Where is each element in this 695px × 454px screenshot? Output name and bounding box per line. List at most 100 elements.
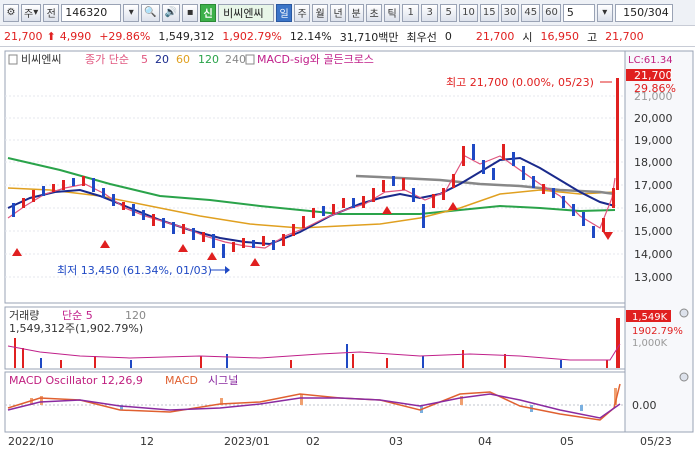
candle [602, 218, 605, 232]
chart-svg[interactable]: 비씨엔씨 종가 단순 5 20 60 120 240 MACD-sig와 골든크… [0, 48, 695, 454]
candle [152, 214, 155, 226]
candle [462, 146, 465, 166]
macd-axis-zero: 0.00 [632, 399, 657, 412]
open-price: 16,950 [540, 30, 580, 43]
ask-price: 21,700 [475, 30, 515, 43]
tab-year[interactable]: 년 [330, 3, 347, 22]
candle [142, 210, 145, 220]
interval-60[interactable]: 60 [542, 3, 561, 22]
candle [592, 226, 595, 238]
current-price-pct: 29.86% [634, 82, 676, 95]
volume-bar [606, 360, 608, 368]
price-axis-tick: 16,000 [634, 202, 673, 215]
volume-bar [14, 338, 16, 368]
priority-value: 0 [444, 30, 452, 43]
current-price-tag-label: 21,700 [634, 69, 673, 82]
x-axis-tick: 05 [560, 435, 574, 448]
up-arrow-icon: ⬆ [46, 30, 56, 43]
interval-15[interactable]: 15 [479, 3, 499, 22]
legend-ma60: 60 [176, 53, 190, 66]
scroll-up-icon[interactable] [679, 308, 689, 318]
candle [262, 236, 265, 246]
interval-select[interactable]: 5 [562, 3, 595, 22]
tab-day[interactable]: 일 [276, 3, 293, 22]
search-icon[interactable]: 🔍 [141, 3, 160, 22]
tab-minute[interactable]: 분 [348, 3, 365, 22]
candle [32, 190, 35, 202]
code-dropdown-icon[interactable]: ▾ [123, 3, 140, 22]
volume-bar [290, 360, 292, 368]
scroll-up-icon[interactable] [679, 372, 689, 382]
interval-5[interactable]: 5 [440, 3, 458, 22]
candle [402, 178, 405, 190]
volume-pct-label: 1902.79% [632, 326, 683, 337]
price-axis-top-label: LC:61.34 [628, 55, 673, 66]
candle [272, 240, 275, 250]
current-price: 21,700 [4, 30, 43, 43]
interval-45[interactable]: 45 [521, 3, 541, 22]
candle [122, 202, 125, 210]
legend-stock: 비씨엔씨 [21, 53, 61, 66]
tab-week[interactable]: 주 [294, 3, 311, 22]
high-label: 고 [587, 30, 598, 44]
high-annotation: 최고 21,700 (0.00%, 05/23) [446, 76, 594, 89]
legend-ma120: 120 [198, 53, 219, 66]
candle [192, 228, 195, 240]
candle [422, 204, 425, 228]
candle-latest [616, 78, 619, 190]
price-axis-tick: 20,000 [634, 112, 673, 125]
candle [362, 196, 365, 208]
quote-bar: 21,700 ⬆ 4,990 +29.86% 1,549,312 1,902.7… [0, 27, 695, 47]
volume-axis-tick: 1,000K [632, 338, 668, 349]
candle [472, 144, 475, 160]
interval-30[interactable]: 30 [500, 3, 520, 22]
candle [452, 174, 455, 188]
price-axis-tick: 13,000 [634, 271, 673, 284]
tab-month[interactable]: 월 [312, 3, 329, 22]
candle [412, 188, 415, 202]
volume-panel[interactable] [4, 306, 626, 370]
candle [532, 176, 535, 188]
candle [242, 238, 245, 248]
candle [92, 178, 95, 192]
candle [222, 244, 225, 258]
candle [332, 204, 335, 214]
interval-3[interactable]: 3 [421, 3, 439, 22]
toolbar: ⚙ 주 ▾ 전 146320 ▾ 🔍 🔊 ▪ 신 비씨엔씨 일 주 월 년 분 초… [0, 0, 695, 26]
volume-bar [386, 358, 388, 368]
interval-dropdown-icon[interactable]: ▾ [596, 3, 613, 22]
trade-amount: 31,710백만 [339, 30, 399, 44]
interval-1[interactable]: 1 [402, 3, 420, 22]
interval-10[interactable]: 10 [459, 3, 478, 22]
legend-box-icon [8, 54, 18, 65]
tab-second[interactable]: 초 [366, 3, 383, 22]
prev-tab-button[interactable]: 전 [43, 3, 60, 22]
price-axis-tick: 15,000 [634, 225, 673, 238]
volume-pct: 1,902.79% [222, 30, 282, 43]
volume-title: 거래량 [9, 309, 39, 322]
low-annotation: 최저 13,450 (61.34%, 01/03) [57, 264, 212, 277]
macd-title: MACD Oscillator 12,26,9 [9, 374, 143, 387]
volume-ma-label: 단순 5 [62, 309, 93, 322]
candle [552, 188, 555, 198]
settings-icon[interactable]: ⚙ [3, 3, 19, 22]
candle [12, 203, 15, 217]
legend-ma-label: 종가 단순 [85, 53, 129, 66]
volume-bar [504, 354, 506, 368]
stock-code-input[interactable]: 146320 [61, 3, 122, 22]
legend-ma240: 240 [225, 53, 246, 66]
tab-tick[interactable]: 틱 [384, 3, 401, 22]
lock-icon[interactable]: ▪ [182, 3, 199, 22]
candle [102, 188, 105, 198]
candle [232, 242, 235, 252]
page-counter[interactable]: 150/304 [614, 3, 673, 22]
candle [172, 222, 175, 234]
x-axis-tick: 2022/10 [8, 435, 54, 448]
volume-bar [200, 356, 202, 368]
chart-area[interactable]: 비씨엔씨 종가 단순 5 20 60 120 240 MACD-sig와 골든크… [0, 48, 695, 454]
x-axis-tick: 02 [306, 435, 320, 448]
speaker-icon[interactable]: 🔊 [161, 3, 181, 22]
candle [342, 198, 345, 208]
macd-legend: MACD [165, 374, 198, 387]
market-select[interactable]: 주 ▾ [21, 3, 42, 22]
